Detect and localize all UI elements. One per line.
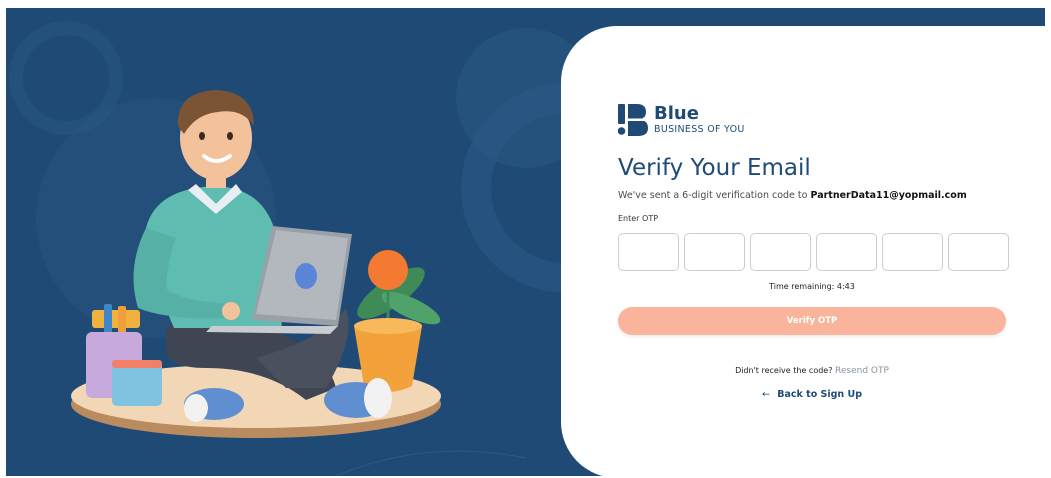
- otp-digit-3[interactable]: [750, 233, 811, 271]
- resend-prompt: Didn't receive the code?: [735, 366, 833, 375]
- otp-digit-4[interactable]: [816, 233, 877, 271]
- person-eye: [227, 132, 233, 140]
- brand-name: Blue: [654, 102, 699, 124]
- shoe-sole: [184, 394, 208, 422]
- pencil: [92, 310, 140, 328]
- verification-message-text: We've sent a 6-digit verification code t…: [618, 190, 808, 201]
- flower-pot: [354, 326, 422, 392]
- otp-digit-6[interactable]: [948, 233, 1009, 271]
- laptop-logo: [295, 263, 317, 289]
- otp-label: Enter OTP: [618, 214, 659, 223]
- brand-tagline: BUSINESS OF YOU: [654, 123, 745, 135]
- person-hand: [222, 302, 240, 320]
- bg-curve: [335, 450, 527, 476]
- plant-flower: [368, 250, 408, 290]
- back-to-signup-link[interactable]: ← Back to Sign Up: [618, 389, 1006, 400]
- verification-message: We've sent a 6-digit verification code t…: [618, 190, 967, 201]
- resend-row: Didn't receive the code? Resend OTP: [618, 366, 1006, 376]
- otp-digit-5[interactable]: [882, 233, 943, 271]
- resend-otp-link[interactable]: Resend OTP: [835, 366, 889, 376]
- otp-digit-1[interactable]: [618, 233, 679, 271]
- timer-value: 4:43: [836, 282, 855, 291]
- verification-email: PartnerData11@yopmail.com: [810, 190, 967, 201]
- otp-timer: Time remaining: 4:43: [618, 282, 1006, 291]
- storage-box-lid: [112, 360, 162, 368]
- brand-logo: Blue BUSINESS OF YOU: [618, 104, 745, 136]
- verify-otp-button[interactable]: Verify OTP: [618, 307, 1006, 335]
- timer-label: Time remaining:: [769, 282, 835, 291]
- person-eye: [199, 132, 205, 140]
- shoe-sole: [364, 378, 392, 418]
- otp-input-group: [618, 233, 1009, 271]
- otp-digit-2[interactable]: [684, 233, 745, 271]
- bg-ring: [9, 21, 123, 135]
- back-to-signup-label: Back to Sign Up: [777, 389, 863, 400]
- brand-logo-icon: [618, 104, 648, 136]
- flower-pot-rim: [354, 318, 422, 334]
- page-title: Verify Your Email: [618, 155, 811, 181]
- arrow-left-icon: ←: [761, 389, 770, 400]
